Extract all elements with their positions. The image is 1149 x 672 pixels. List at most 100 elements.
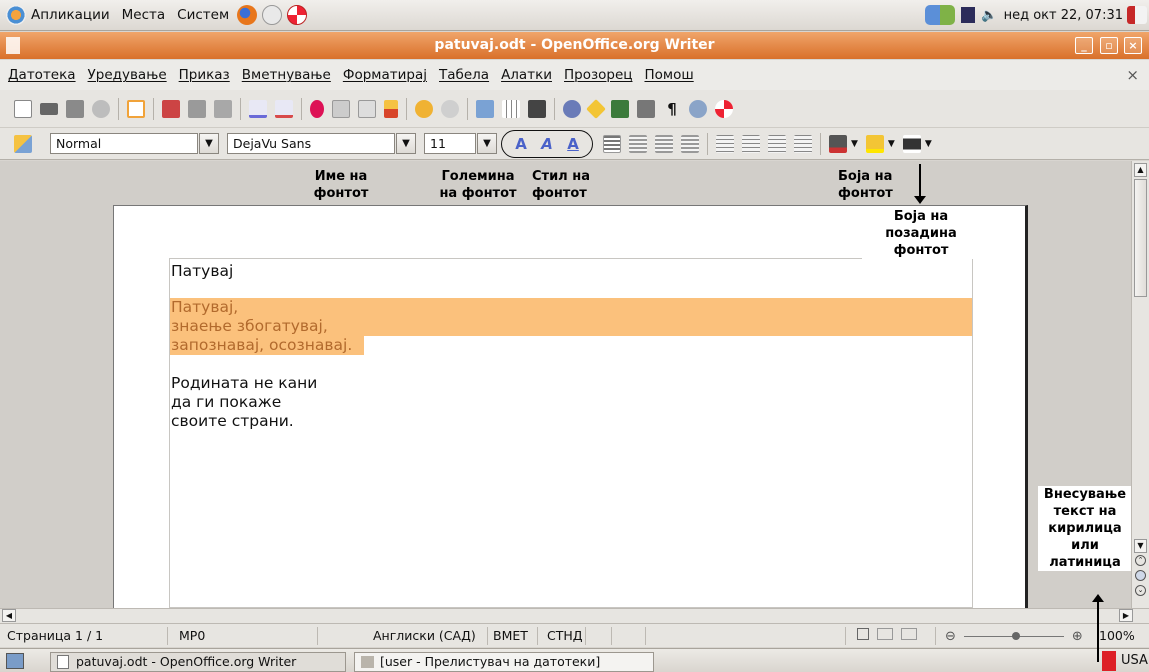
task-file-browser[interactable]: [user - Прелистувач на датотеки] <box>354 652 654 672</box>
status-selection-mode[interactable]: СТНД <box>542 627 586 645</box>
places-menu[interactable]: Места <box>116 0 172 31</box>
status-language[interactable]: Англиски (САД) <box>368 627 488 645</box>
open-icon[interactable] <box>40 102 58 115</box>
document-page[interactable]: Патувај Патувај, знаење збогатувај, запо… <box>113 205 1028 608</box>
nonprinting-characters-icon[interactable]: ¶ <box>663 100 681 118</box>
previous-page-icon[interactable]: ⌃ <box>1135 555 1146 566</box>
status-page[interactable]: Страница 1 / 1 <box>2 627 168 645</box>
scroll-right-button[interactable]: ▶ <box>1119 609 1133 622</box>
new-document-icon[interactable] <box>14 99 32 118</box>
export-pdf-icon[interactable] <box>162 99 180 118</box>
clone-formatting-icon[interactable] <box>384 99 398 118</box>
zoom-in-icon[interactable]: ⊕ <box>1072 629 1083 644</box>
two-page-view-icon[interactable] <box>876 628 893 640</box>
print-preview-icon[interactable] <box>214 99 232 118</box>
firefox-icon[interactable] <box>237 5 258 25</box>
network-monitor-icon[interactable] <box>961 7 976 23</box>
font-color-icon[interactable] <box>829 134 847 153</box>
increase-indent-icon[interactable] <box>794 134 812 153</box>
book-view-icon[interactable] <box>900 628 917 640</box>
navigator-icon[interactable] <box>586 98 606 119</box>
decrease-indent-icon[interactable] <box>768 134 786 153</box>
close-document-icon[interactable]: × <box>1126 66 1139 84</box>
align-center-icon[interactable] <box>629 134 647 153</box>
gallery-icon[interactable] <box>611 99 629 118</box>
font-name-select[interactable]: DejaVu Sans <box>227 133 395 154</box>
align-right-icon[interactable] <box>655 134 673 153</box>
styles-formatting-icon[interactable] <box>14 134 32 153</box>
find-replace-icon[interactable] <box>563 99 581 118</box>
underline-icon[interactable]: A <box>564 135 582 153</box>
background-color-dropdown[interactable]: ▼ <box>925 139 932 149</box>
font-size-select[interactable]: 11 <box>424 133 476 154</box>
keyboard-layout-flag[interactable] <box>1102 651 1116 671</box>
users-icon[interactable] <box>925 5 956 25</box>
show-desktop-icon[interactable] <box>6 653 24 669</box>
font-size-dropdown[interactable]: ▼ <box>477 133 497 154</box>
scroll-left-button[interactable]: ◀ <box>2 609 16 622</box>
keyboard-layout-label[interactable]: USA <box>1121 653 1148 668</box>
single-page-view-icon[interactable] <box>857 628 869 640</box>
menu-edit[interactable]: Уредување <box>84 67 171 83</box>
hyperlink-icon[interactable] <box>476 99 494 118</box>
bold-icon[interactable]: A <box>512 135 530 153</box>
zoom-out-icon[interactable]: ⊖ <box>945 629 956 644</box>
zoom-thumb[interactable] <box>1011 632 1020 640</box>
save-icon[interactable] <box>66 99 84 118</box>
zoom-track[interactable] <box>963 632 1064 640</box>
task-writer[interactable]: patuvaj.odt - OpenOffice.org Writer <box>50 652 346 672</box>
navigation-icon[interactable] <box>1135 570 1146 581</box>
align-left-icon[interactable] <box>603 134 621 153</box>
data-sources-icon[interactable] <box>637 99 655 118</box>
bullets-icon[interactable] <box>742 134 760 153</box>
status-page-style[interactable]: МР0 <box>174 627 318 645</box>
paragraph-style-dropdown[interactable]: ▼ <box>199 133 219 154</box>
scroll-thumb[interactable] <box>1134 179 1147 297</box>
horizontal-scrollbar[interactable]: ◀ ▶ <box>0 608 1149 623</box>
status-insert-mode[interactable]: ВМЕТ <box>488 627 538 645</box>
status-doc-modified[interactable] <box>590 627 612 645</box>
copy-icon[interactable] <box>332 99 350 118</box>
font-color-dropdown[interactable]: ▼ <box>851 139 858 149</box>
menu-insert[interactable]: Вметнување <box>238 67 335 83</box>
evolution-mail-icon[interactable] <box>262 5 283 25</box>
email-icon[interactable] <box>92 99 110 118</box>
table-icon[interactable] <box>502 99 520 118</box>
applications-menu[interactable]: Апликации <box>0 0 116 31</box>
clock[interactable]: нед окт 22, 07:31 <box>1004 8 1123 23</box>
menu-table[interactable]: Табела <box>435 67 493 83</box>
redo-icon[interactable] <box>441 99 459 118</box>
highlighting-dropdown[interactable]: ▼ <box>888 139 895 149</box>
menu-help[interactable]: Помош <box>640 67 697 83</box>
maximize-button[interactable]: ▫ <box>1100 37 1118 54</box>
vertical-scrollbar[interactable]: ▲ ▼ ⌃ ⌄ <box>1131 161 1149 608</box>
help-icon[interactable] <box>715 99 733 118</box>
close-button[interactable]: × <box>1124 37 1142 54</box>
justify-icon[interactable] <box>681 134 699 153</box>
minimize-button[interactable]: _ <box>1075 37 1093 54</box>
numbering-icon[interactable] <box>716 134 734 153</box>
menu-file[interactable]: Датотека <box>4 67 80 83</box>
zoom-slider[interactable]: ⊖ ⊕ <box>940 627 1086 645</box>
font-name-dropdown[interactable]: ▼ <box>396 133 416 154</box>
menu-tools[interactable]: Алатки <box>497 67 556 83</box>
cut-icon[interactable] <box>310 99 324 118</box>
menu-view[interactable]: Приказ <box>175 67 234 83</box>
print-icon[interactable] <box>188 99 206 118</box>
highlighting-icon[interactable] <box>865 134 884 153</box>
next-page-icon[interactable]: ⌄ <box>1135 585 1146 596</box>
scroll-down-button[interactable]: ▼ <box>1134 539 1147 553</box>
edit-file-icon[interactable] <box>127 99 145 118</box>
help-lifebuoy-icon[interactable] <box>287 5 308 25</box>
spellcheck-icon[interactable] <box>249 99 267 118</box>
autospellcheck-icon[interactable] <box>275 99 293 118</box>
background-color-icon[interactable] <box>902 134 921 153</box>
zoom-icon[interactable] <box>689 99 707 118</box>
zoom-level[interactable]: 100% <box>1094 627 1148 645</box>
volume-icon[interactable]: 🔈 <box>981 8 997 23</box>
paste-icon[interactable] <box>358 99 376 118</box>
status-digital-signature[interactable] <box>616 627 646 645</box>
shutdown-icon[interactable] <box>1127 6 1147 24</box>
window-titlebar[interactable]: patuvaj.odt - OpenOffice.org Writer _ ▫ … <box>0 32 1149 59</box>
paragraph-style-select[interactable]: Normal <box>50 133 198 154</box>
